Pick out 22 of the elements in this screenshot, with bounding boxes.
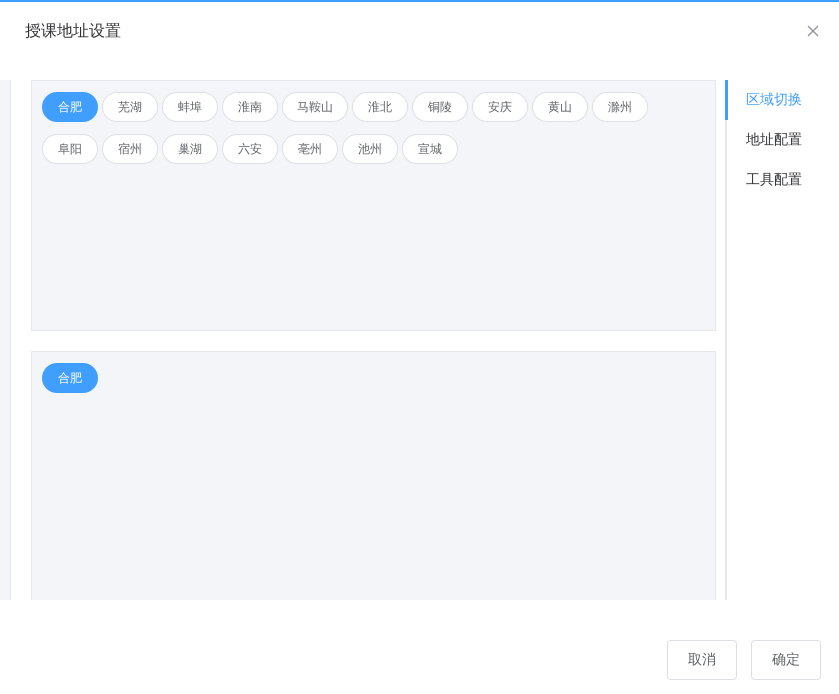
nav-tab[interactable]: 地址配置 bbox=[725, 120, 839, 160]
region-chip[interactable]: 铜陵 bbox=[412, 92, 468, 122]
region-chip[interactable]: 安庆 bbox=[472, 92, 528, 122]
region-chip[interactable]: 淮南 bbox=[222, 92, 278, 122]
region-chip[interactable]: 滁州 bbox=[592, 92, 648, 122]
region-chip[interactable]: 宿州 bbox=[102, 134, 158, 164]
region-chip[interactable]: 马鞍山 bbox=[282, 92, 348, 122]
close-icon[interactable] bbox=[807, 25, 819, 37]
region-chip[interactable]: 芜湖 bbox=[102, 92, 158, 122]
dialog-title: 授课地址设置 bbox=[25, 20, 121, 42]
region-chip[interactable]: 亳州 bbox=[282, 134, 338, 164]
region-chip[interactable]: 池州 bbox=[342, 134, 398, 164]
region-chip[interactable]: 黄山 bbox=[532, 92, 588, 122]
region-chip[interactable]: 宣城 bbox=[402, 134, 458, 164]
region-chip[interactable]: 巢湖 bbox=[162, 134, 218, 164]
region-chip[interactable]: 蚌埠 bbox=[162, 92, 218, 122]
region-chip[interactable]: 六安 bbox=[222, 134, 278, 164]
region-chip[interactable]: 淮北 bbox=[352, 92, 408, 122]
nav-tab[interactable]: 工具配置 bbox=[725, 160, 839, 200]
confirm-button[interactable]: 确定 bbox=[751, 640, 821, 680]
region-chip[interactable]: 阜阳 bbox=[42, 134, 98, 164]
cancel-button[interactable]: 取消 bbox=[667, 640, 737, 680]
